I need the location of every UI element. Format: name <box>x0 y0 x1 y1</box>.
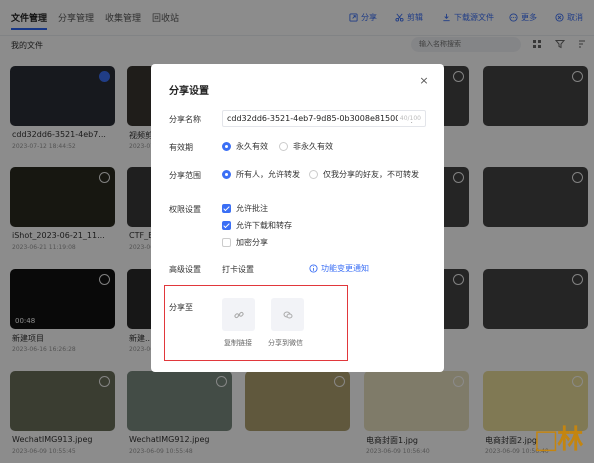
radio-icon <box>279 142 288 151</box>
share-wechat-label: 分享到微信 <box>268 339 303 347</box>
close-icon[interactable]: × <box>419 75 429 86</box>
share-to-highlight <box>164 285 348 361</box>
validity-permanent-radio[interactable]: 永久有效 <box>222 141 268 152</box>
copy-link-label: 复制链接 <box>224 339 252 347</box>
permission-label: 权限设置 <box>169 205 201 214</box>
wechat-icon <box>283 311 292 318</box>
encrypt-share-checkbox[interactable]: 加密分享 <box>222 237 268 248</box>
scope-friends-radio[interactable]: 仅我分享的好友，不可转发 <box>309 169 419 180</box>
share-name-label: 分享名称 <box>169 115 201 124</box>
validity-temporary-radio[interactable]: 非永久有效 <box>279 141 333 152</box>
watermark-logo: □林 <box>533 424 584 455</box>
radio-selected-icon <box>222 142 231 151</box>
share-name-input[interactable]: cdd32dd6-3521-4eb7-9d85-0b3008e81500.mp … <box>222 110 426 127</box>
checkbox-checked-icon <box>222 204 231 213</box>
feature-change-label: 功能变更通知 <box>321 264 369 273</box>
allow-download-label: 允许下载和转存 <box>236 221 292 230</box>
radio-selected-icon <box>222 170 231 179</box>
advanced-label: 高级设置 <box>169 265 201 274</box>
share-wechat-button[interactable] <box>271 298 304 331</box>
encrypt-share-label: 加密分享 <box>236 238 268 247</box>
allow-annotate-checkbox[interactable]: 允许批注 <box>222 203 268 214</box>
scope-label: 分享范围 <box>169 171 201 180</box>
scope-friends-label: 仅我分享的好友，不可转发 <box>323 170 419 179</box>
allow-annotate-label: 允许批注 <box>236 204 268 213</box>
validity-permanent-label: 永久有效 <box>236 142 268 151</box>
scope-everyone-label: 所有人，允许转发 <box>236 170 300 179</box>
validity-label: 有效期 <box>169 143 193 152</box>
allow-download-checkbox[interactable]: 允许下载和转存 <box>222 220 292 231</box>
feature-change-link[interactable]: 功能变更通知 <box>309 263 369 274</box>
validity-temporary-label: 非永久有效 <box>293 142 333 151</box>
link-icon <box>233 311 244 318</box>
share-name-value: cdd32dd6-3521-4eb7-9d85-0b3008e81500.mp <box>227 114 416 123</box>
checkin-setting[interactable]: 打卡设置 <box>222 264 254 275</box>
scope-everyone-radio[interactable]: 所有人，允许转发 <box>222 169 300 180</box>
checkbox-icon <box>222 238 231 247</box>
dialog-title: 分享设置 <box>169 86 209 97</box>
checkbox-checked-icon <box>222 221 231 230</box>
share-settings-dialog: 分享设置 × 分享名称 cdd32dd6-3521-4eb7-9d85-0b30… <box>151 64 444 372</box>
info-icon <box>309 264 318 273</box>
copy-link-button[interactable] <box>222 298 255 331</box>
share-to-label: 分享至 <box>169 303 193 312</box>
radio-icon <box>309 170 318 179</box>
share-name-count: 40/100 <box>397 115 421 122</box>
